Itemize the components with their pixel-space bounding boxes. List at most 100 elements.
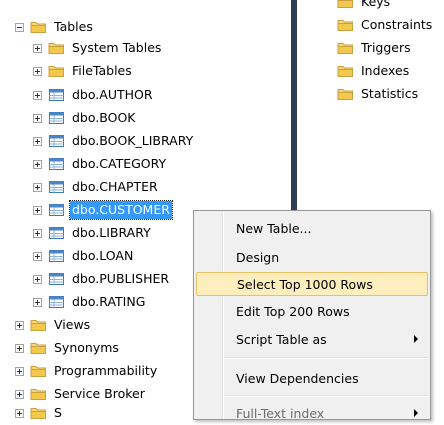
tree-node-triggers[interactable]: Triggers <box>337 37 413 59</box>
expand-icon[interactable] <box>33 66 42 76</box>
folder-icon <box>30 318 47 332</box>
menu-item-full-text-index[interactable]: Full-Text index <box>196 401 428 425</box>
folder-icon <box>30 387 47 401</box>
tree-node-label: dbo.AUTHOR <box>72 87 153 102</box>
expand-icon[interactable] <box>33 297 42 307</box>
folder-icon <box>337 87 354 101</box>
table-icon <box>48 134 65 148</box>
collapse-icon[interactable] <box>15 22 24 32</box>
tree-node-table[interactable]: dbo.PUBLISHER <box>33 268 171 290</box>
tree-node-label: Tables <box>54 19 93 34</box>
tree-node-label: Indexes <box>361 63 410 78</box>
tree-node-table[interactable]: dbo.CATEGORY <box>33 153 168 175</box>
tree-node-table[interactable]: dbo.CHAPTER <box>33 176 160 198</box>
folder-icon <box>337 41 354 55</box>
folder-icon <box>30 406 47 420</box>
table-icon <box>48 226 65 240</box>
tree-node-label: Views <box>54 317 91 332</box>
tree-node-label: dbo.LIBRARY <box>72 225 151 240</box>
tree-node-label: Keys <box>361 0 391 9</box>
tree-node-label: dbo.PUBLISHER <box>72 271 170 286</box>
menu-item-label: Full-Text index <box>236 405 325 421</box>
tree-node-constraints[interactable]: Constraints <box>337 14 434 36</box>
folder-icon <box>30 341 47 355</box>
menu-item-edit-top-rows[interactable]: Edit Top 200 Rows <box>196 299 428 323</box>
menu-separator <box>224 357 428 359</box>
menu-item-new-table[interactable]: New Table... <box>196 216 428 240</box>
tree-node-label: dbo.BOOK_LIBRARY <box>72 133 194 148</box>
menu-item-script-table-as[interactable]: Script Table as <box>196 327 428 351</box>
table-icon <box>48 249 65 263</box>
tree-node-label: dbo.RATING <box>72 294 146 309</box>
menu-item-select-top-rows[interactable]: Select Top 1000 Rows <box>196 272 428 296</box>
tree-node-label: S <box>54 405 62 420</box>
tree-node-statistics[interactable]: Statistics <box>337 83 420 105</box>
table-icon <box>48 203 65 217</box>
menu-item-label: New Table... <box>236 220 312 236</box>
tree-node-tables[interactable]: Tables <box>15 16 95 38</box>
expand-icon[interactable] <box>15 389 24 399</box>
menu-separator <box>224 395 428 397</box>
expand-icon[interactable] <box>33 228 42 238</box>
table-icon <box>48 180 65 194</box>
expand-icon[interactable] <box>15 320 24 330</box>
tree-node-table[interactable]: dbo.BOOK <box>33 107 138 129</box>
tree-node-table-selected[interactable]: dbo.CUSTOMER <box>33 199 173 221</box>
folder-icon <box>48 41 65 55</box>
tree-node-system-tables[interactable]: System Tables <box>33 37 163 59</box>
tree-node-label: Constraints <box>361 17 433 32</box>
expand-icon[interactable] <box>33 182 42 192</box>
expand-icon[interactable] <box>15 343 24 353</box>
tree-node-table[interactable]: dbo.BOOK_LIBRARY <box>33 130 195 152</box>
expand-icon[interactable] <box>33 113 42 123</box>
table-icon <box>48 157 65 171</box>
table-icon <box>48 111 65 125</box>
menu-item-label: Script Table as <box>236 331 327 347</box>
tree-node-label: Service Broker <box>54 386 145 401</box>
expand-icon[interactable] <box>15 408 24 418</box>
expand-icon[interactable] <box>33 90 42 100</box>
tree-node-table[interactable]: dbo.LIBRARY <box>33 222 153 244</box>
tree-node-label: dbo.CHAPTER <box>72 179 158 194</box>
tree-node-label: Triggers <box>361 40 411 55</box>
table-icon <box>48 88 65 102</box>
folder-icon <box>30 364 47 378</box>
tree-node-label: System Tables <box>72 40 162 55</box>
tree-node-storage[interactable]: S <box>15 402 64 424</box>
tree-node-label: dbo.LOAN <box>72 248 134 263</box>
folder-icon <box>337 18 354 32</box>
menu-item-label: Select Top 1000 Rows <box>237 276 373 292</box>
tree-node-table[interactable]: dbo.LOAN <box>33 245 135 267</box>
table-icon <box>48 295 65 309</box>
folder-icon <box>48 64 65 78</box>
tree-node-synonyms[interactable]: Synonyms <box>15 337 121 359</box>
tree-node-filetables[interactable]: FileTables <box>33 60 134 82</box>
submenu-arrow-icon <box>414 335 418 343</box>
folder-icon <box>337 64 354 78</box>
tree-node-indexes[interactable]: Indexes <box>337 60 411 82</box>
table-icon <box>48 272 65 286</box>
tree-node-label: FileTables <box>72 63 132 78</box>
folder-icon <box>337 0 354 9</box>
menu-item-label: Edit Top 200 Rows <box>236 303 350 319</box>
expand-icon[interactable] <box>33 136 42 146</box>
tree-node-table[interactable]: dbo.AUTHOR <box>33 84 155 106</box>
menu-item-design[interactable]: Design <box>196 245 428 269</box>
expand-icon[interactable] <box>33 159 42 169</box>
expand-icon[interactable] <box>33 274 42 284</box>
expand-icon[interactable] <box>33 205 42 215</box>
tree-node-programmability[interactable]: Programmability <box>15 360 159 382</box>
tree-node-table[interactable]: dbo.RATING <box>33 291 147 313</box>
tree-node-label: Statistics <box>361 86 419 101</box>
tree-node-label: dbo.BOOK <box>72 110 136 125</box>
expand-icon[interactable] <box>15 366 24 376</box>
expand-icon[interactable] <box>33 43 42 53</box>
folder-icon <box>30 20 47 34</box>
submenu-arrow-icon <box>414 409 418 417</box>
tree-node-views[interactable]: Views <box>15 314 92 336</box>
tree-node-label: dbo.CUSTOMER <box>69 200 173 220</box>
expand-icon[interactable] <box>33 251 42 261</box>
menu-item-view-dependencies[interactable]: View Dependencies <box>196 366 428 390</box>
tree-node-label: Synonyms <box>54 340 119 355</box>
tree-node-keys[interactable]: Keys <box>337 0 392 13</box>
